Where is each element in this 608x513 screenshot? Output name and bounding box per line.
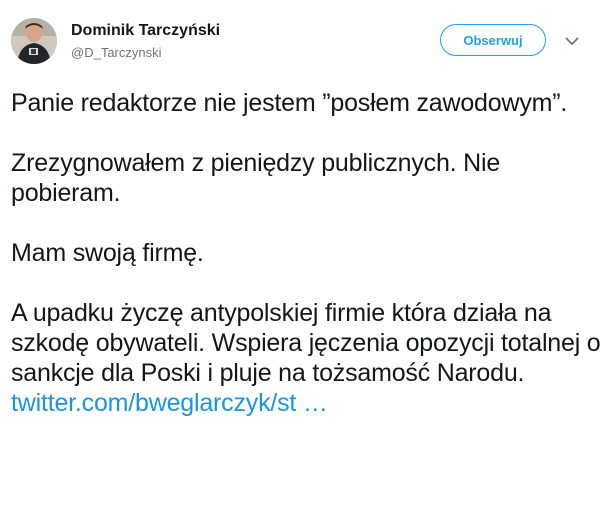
follow-button[interactable]: Obserwuj [440,24,546,56]
tweet-text: Panie redaktorze nie jestem ”posłem zawo… [11,88,601,418]
avatar[interactable] [11,18,57,64]
more-options-button[interactable] [561,32,583,50]
user-handle[interactable]: @D_Tarczynski [71,45,162,60]
chevron-down-icon [565,37,579,45]
tweet-paragraph: Mam swoją firmę. [11,239,204,267]
tweet-paragraph: Panie redaktorze nie jestem ”posłem zawo… [11,89,568,117]
tweet-card: Dominik Tarczyński @D_Tarczynski Obserwu… [0,0,608,513]
avatar-image [11,18,57,64]
tweet-link[interactable]: twitter.com/bweglarczyk/st … [11,389,328,417]
user-display-name[interactable]: Dominik Tarczyński [71,22,220,40]
tweet-paragraph: Zrezygnowałem z pieniędzy publicznych. N… [11,149,501,207]
follow-button-label: Obserwuj [463,32,523,48]
tweet-paragraph: A upadku życzę antypolskiej firmie która… [11,298,601,418]
tweet-paragraph-text: A upadku życzę antypolskiej firmie która… [11,299,601,387]
